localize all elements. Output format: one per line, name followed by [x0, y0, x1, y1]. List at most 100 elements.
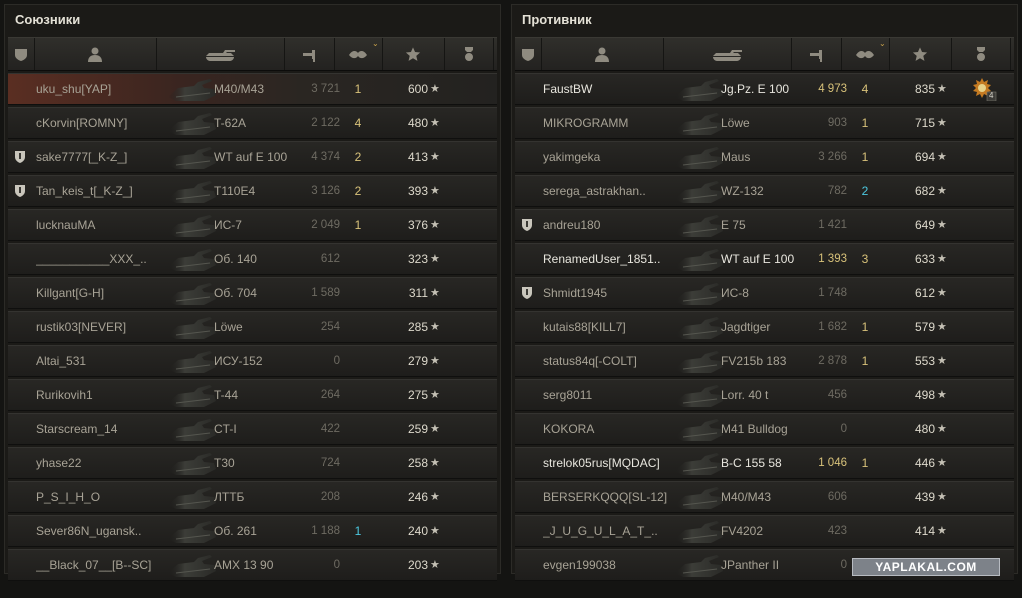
- player-row[interactable]: status84q[-COLT] FV215b 183 2 878 1 553 ★: [515, 345, 1014, 377]
- player-row[interactable]: BERSERKQQQ[SL-12] M40/M43 606 439 ★: [515, 481, 1014, 513]
- column-platoon-header[interactable]: [8, 38, 35, 70]
- damage-value: 0: [333, 355, 340, 367]
- damage-value: 2 049: [311, 219, 340, 231]
- tank-name: E 75: [721, 218, 746, 232]
- player-row[interactable]: ___________XXX_.. Об. 140 612 323 ★: [8, 243, 497, 275]
- column-damage-header[interactable]: [791, 38, 842, 70]
- column-player-header[interactable]: [34, 38, 157, 70]
- player-row[interactable]: Starscream_14 CT-I 422 259 ★: [8, 413, 497, 445]
- player-row[interactable]: cKorvin[ROMNY] T-62A 2 122 4 480 ★: [8, 107, 497, 139]
- player-name: rustik03[NEVER]: [36, 320, 127, 334]
- player-row[interactable]: Rurikovih1 T-44 264 275 ★: [8, 379, 497, 411]
- column-tank-header[interactable]: [156, 38, 285, 70]
- player-row[interactable]: RenamedUser_1851.. WT auf E 100 1 393 3 633 ★: [515, 243, 1014, 275]
- player-row[interactable]: Altai_531 ИСУ-152 0 279 ★: [8, 345, 497, 377]
- score-value: 480: [407, 116, 428, 130]
- player-row[interactable]: _J_U_G_U_L_A_T_.. FV4202 423 414 ★: [515, 515, 1014, 547]
- tank-thumbnail-icon: [675, 317, 723, 339]
- tank-thumbnail-icon: [675, 487, 723, 509]
- player-icon: [88, 47, 102, 62]
- frags-value: 2: [354, 184, 362, 198]
- score-star-icon: ★: [430, 389, 440, 401]
- frags-value: [348, 448, 368, 478]
- score-star-icon: ★: [430, 253, 440, 265]
- player-row[interactable]: strelok05rus[MQDAC] B-C 155 58 1 046 1 446 ★: [515, 447, 1014, 479]
- damage-value: 1 682: [818, 321, 847, 333]
- damage-value: 0: [840, 559, 847, 571]
- column-score-star-header[interactable]: ⌄: [372, 38, 445, 70]
- damage-value: 612: [320, 253, 340, 265]
- tank-thumbnail-icon: [675, 79, 723, 101]
- score-star-icon: ★: [937, 151, 947, 163]
- player-row[interactable]: P_S_I_H_O ЛТТБ 208 246 ★: [8, 481, 497, 513]
- frags-icon: [349, 50, 367, 59]
- damage-value: 4 973: [818, 83, 847, 95]
- frags-value: [348, 380, 368, 410]
- player-row[interactable]: kutais88[KILL7] Jagdtiger 1 682 1 579 ★: [515, 311, 1014, 343]
- player-row[interactable]: __Black_07__[B--SC] AMX 13 90 0 203 ★: [8, 549, 497, 581]
- score-star-icon: ★: [430, 559, 440, 571]
- tank-thumbnail-icon: [675, 419, 723, 441]
- score-value: 612: [914, 286, 935, 300]
- player-row[interactable]: yhase22 T30 724 258 ★: [8, 447, 497, 479]
- column-damage-header[interactable]: [284, 38, 335, 70]
- player-row[interactable]: andreu180 E 75 1 421 649 ★: [515, 209, 1014, 241]
- score-value: 275: [407, 388, 428, 402]
- tank-thumbnail-icon: [168, 385, 216, 407]
- player-row[interactable]: KOKORA M41 Bulldog 0 480 ★: [515, 413, 1014, 445]
- player-icon: [595, 47, 609, 62]
- column-score-star-header[interactable]: ⌄: [879, 38, 952, 70]
- column-player-header[interactable]: [541, 38, 664, 70]
- player-row[interactable]: serg8011 Lorr. 40 t 456 498 ★: [515, 379, 1014, 411]
- tank-name: FV4202: [721, 524, 764, 538]
- score-value: 682: [914, 184, 935, 198]
- score-value: 311: [408, 286, 428, 300]
- tank-name: Lorr. 40 t: [721, 388, 769, 402]
- tank-thumbnail-icon: [168, 487, 216, 509]
- player-row[interactable]: lucknauMA ИС-7 2 049 1 376 ★: [8, 209, 497, 241]
- column-tank-header[interactable]: [663, 38, 792, 70]
- allies-title: Союзники: [15, 12, 81, 27]
- tank-thumbnail-icon: [168, 181, 216, 203]
- damage-value: 903: [827, 117, 847, 129]
- tank-thumbnail-icon: [675, 555, 723, 577]
- achievement-count: 4: [989, 91, 994, 100]
- column-platoon-header[interactable]: [515, 38, 542, 70]
- damage-value: 1 393: [818, 253, 847, 265]
- player-row[interactable]: uku_shu[YAP] M40/M43 3 721 1 600 ★: [8, 73, 497, 105]
- tank-thumbnail-icon: [675, 215, 723, 237]
- sort-indicator-icon: ⌄: [879, 39, 886, 48]
- score-value: 446: [914, 456, 935, 470]
- tank-name: M41 Bulldog: [721, 422, 788, 436]
- player-row[interactable]: serega_astrakhan.. WZ-132 782 2 682 ★: [515, 175, 1014, 207]
- column-achievement-header[interactable]: [951, 38, 1011, 70]
- player-row[interactable]: MIKROGRAMM Löwe 903 1 715 ★: [515, 107, 1014, 139]
- achievement-icon: [464, 47, 473, 61]
- score-star-icon: ★: [430, 423, 440, 435]
- player-name: strelok05rus[MQDAC]: [543, 456, 660, 470]
- player-row[interactable]: rustik03[NEVER] Löwe 254 285 ★: [8, 311, 497, 343]
- achievement-medal-icon[interactable]: 4: [971, 77, 997, 102]
- score-value: 579: [914, 320, 935, 334]
- player-row[interactable]: Tan_keis_t[_K-Z_] T110E4 3 126 2 393 ★: [8, 175, 497, 207]
- tank-thumbnail-icon: [168, 555, 216, 577]
- score-value: 600: [407, 82, 428, 96]
- player-row[interactable]: sake7777[_K-Z_] WT auf E 100 4 374 2 413 ★: [8, 141, 497, 173]
- player-name: _J_U_G_U_L_A_T_..: [543, 524, 658, 538]
- column-achievement-header[interactable]: [444, 38, 494, 70]
- player-row[interactable]: Sever86N_ugansk.. Об. 261 1 188 1 240 ★: [8, 515, 497, 547]
- damage-value: 422: [320, 423, 340, 435]
- player-row[interactable]: yakimgeka Maus 3 266 1 694 ★: [515, 141, 1014, 173]
- tank-thumbnail-icon: [168, 147, 216, 169]
- enemies-list: FaustBW Jg.Pz. E 100 4 973 4 835 ★ 4 MIKROGRAMM…: [515, 73, 1014, 583]
- frags-value: [855, 516, 875, 546]
- tank-name: ИС-8: [721, 286, 749, 300]
- player-row[interactable]: Killgant[G-H] Об. 704 1 589 311 ★: [8, 277, 497, 309]
- tank-thumbnail-icon: [675, 351, 723, 373]
- damage-value: 3 721: [311, 83, 340, 95]
- tank-name: FV215b 183: [721, 354, 787, 368]
- score-value: 835: [914, 82, 935, 96]
- damage-value: 0: [333, 559, 340, 571]
- player-row[interactable]: Shmidt1945 ИС-8 1 748 612 ★: [515, 277, 1014, 309]
- player-row[interactable]: FaustBW Jg.Pz. E 100 4 973 4 835 ★ 4: [515, 73, 1014, 105]
